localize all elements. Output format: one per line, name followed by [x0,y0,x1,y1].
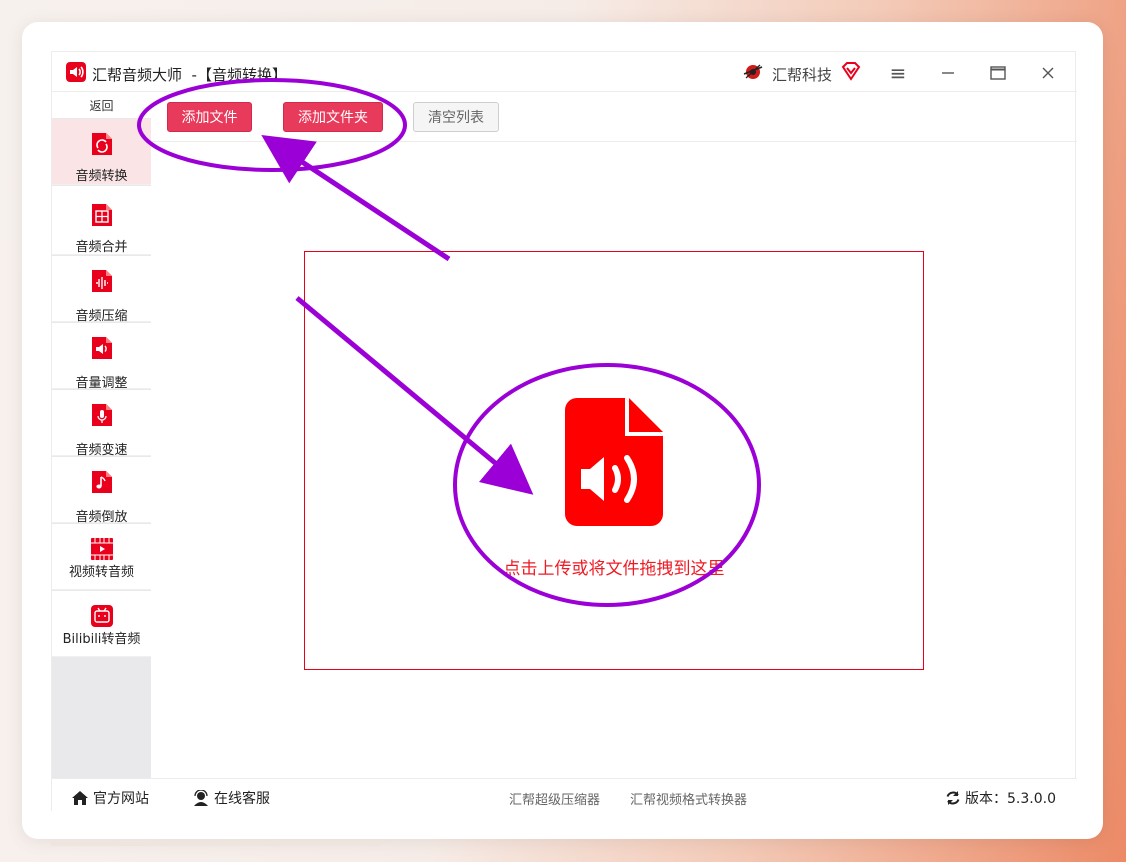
volume-adjust-icon [92,337,112,359]
version-info[interactable]: 版本：5.3.0.0 [945,788,1056,808]
window-title: 汇帮音频大师 -【音频转换】 [92,66,287,84]
sidebar-item-audio-merge[interactable]: 音频合并 [52,186,151,255]
audio-reverse-icon [92,471,112,493]
sidebar-item-audio-compress[interactable]: 音频压缩 [52,256,151,324]
video-converter-link[interactable]: 汇帮视频格式转换器 [630,789,747,808]
audio-convert-icon [92,133,112,155]
audio-speed-icon [92,404,112,426]
sidebar-item-bilibili[interactable]: Bilibili转音频 [52,591,151,657]
video-to-audio-icon [91,538,113,560]
audio-merge-icon [92,204,112,226]
audio-file-icon [565,398,663,526]
sidebar-item-audio-reverse[interactable]: 音频倒放 [52,457,151,525]
sidebar-item-label: 音频倒放 [75,510,128,525]
app-window: 汇帮音频大师 -【音频转换】 汇帮科技 ≡ 返回 音频转换 音频合并 音频压缩 … [51,51,1077,812]
sidebar-item-audio-convert[interactable]: 音频转换 [52,119,151,185]
official-website-link[interactable]: 官方网站 [71,788,149,808]
clear-list-button[interactable]: 清空列表 [413,102,499,132]
drop-hint-text: 点击上传或将文件拖拽到这里 [503,559,725,579]
menu-button[interactable]: ≡ [885,60,911,86]
support-agent-icon [194,790,208,806]
sidebar-item-label: 视频转音频 [68,565,134,580]
add-file-button[interactable]: 添加文件 [167,102,252,132]
audio-compress-icon [92,270,112,292]
minimize-button[interactable] [935,60,961,86]
toolbar: 添加文件 添加文件夹 清空列表 [152,92,1077,142]
maximize-button[interactable] [985,60,1011,86]
vip-badge-icon[interactable] [841,61,861,81]
refresh-icon [946,791,960,805]
sidebar-item-label: 音频合并 [75,240,128,255]
footer: 官方网站 在线客服 汇帮超级压缩器 汇帮视频格式转换器 版本：5.3.0.0 [52,778,1077,812]
official-website-label: 官方网站 [93,791,149,807]
sidebar-item-label: Bilibili转音频 [62,632,141,647]
maximize-icon [990,66,1006,80]
online-support-label: 在线客服 [214,791,270,807]
close-button[interactable] [1035,60,1061,86]
sidebar-item-label: 音频转换 [75,169,128,184]
menu-icon: ≡ [889,61,907,85]
sidebar-item-label: 音频变速 [75,443,128,458]
add-folder-button[interactable]: 添加文件夹 [283,102,383,132]
close-icon [1042,67,1054,79]
online-support-link[interactable]: 在线客服 [192,788,270,808]
back-button[interactable]: 返回 [52,92,151,118]
home-icon [72,791,88,805]
sidebar-item-volume-adjust[interactable]: 音量调整 [52,323,151,391]
sidebar-item-label: 音频压缩 [75,309,128,324]
super-compressor-link[interactable]: 汇帮超级压缩器 [509,789,600,808]
minimize-icon [942,72,954,74]
title-bar: 汇帮音频大师 -【音频转换】 汇帮科技 ≡ [52,52,1077,92]
version-label: 版本：5.3.0.0 [965,791,1056,807]
sidebar-item-label: 音量调整 [75,376,128,391]
bilibili-icon [91,605,113,627]
sidebar-item-audio-speed[interactable]: 音频变速 [52,390,151,458]
brand-logo-icon [743,64,763,79]
decorative-bar [51,842,381,846]
sidebar: 返回 音频转换 音频合并 音频压缩 音量调整 音频变速 音频倒放 视频转音频 B… [52,92,151,778]
brand-name: 汇帮科技 [772,66,833,84]
file-drop-zone[interactable]: 点击上传或将文件拖拽到这里 [304,251,924,670]
app-logo-icon [66,62,86,82]
sidebar-item-video-to-audio[interactable]: 视频转音频 [52,524,151,590]
